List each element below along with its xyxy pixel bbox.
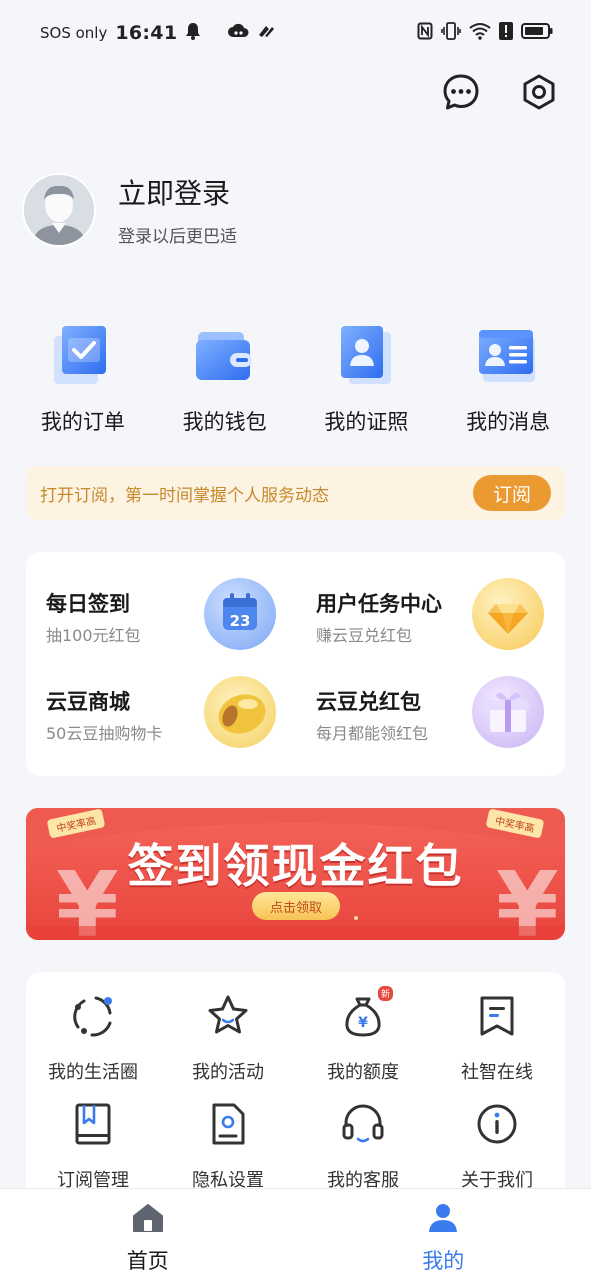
money-bag-icon: ¥ 新 — [339, 986, 393, 1040]
link-icon — [257, 23, 275, 43]
clock: 16:41 — [115, 22, 178, 44]
subscribe-text: 打开订阅，第一时间掌握个人服务动态 — [40, 485, 329, 506]
user-icon — [427, 1203, 459, 1237]
quick-link-orders[interactable]: 我的订单 — [18, 320, 148, 436]
bottom-nav: 首页 我的 — [0, 1188, 591, 1280]
service-social-online[interactable]: 社智在线 — [430, 992, 564, 1084]
task-subtitle: 每月都能领红包 — [316, 724, 429, 743]
battery-icon — [521, 22, 553, 44]
subscribe-banner: 打开订阅，第一时间掌握个人服务动态 订阅 — [26, 466, 565, 520]
star-icon — [204, 992, 252, 1040]
task-bean-mall[interactable]: 云豆商城 50云豆抽购物卡 — [26, 650, 286, 748]
quick-link-wallet[interactable]: 我的钱包 — [160, 320, 290, 436]
nfc-icon — [417, 22, 433, 44]
privacy-icon — [204, 1100, 252, 1148]
task-daily-checkin[interactable]: 每日签到 抽100元红包 23 — [26, 552, 286, 650]
quick-link-label: 我的钱包 — [182, 410, 267, 434]
profile-text: 立即登录 登录以后更巴适 — [118, 172, 237, 247]
task-title: 用户任务中心 — [316, 592, 442, 616]
quick-link-label: 我的消息 — [466, 410, 551, 434]
task-title: 云豆兑红包 — [316, 690, 421, 714]
nav-home[interactable]: 首页 — [0, 1189, 296, 1280]
status-bar-left: SOS only 16:41 — [40, 22, 275, 44]
task-subtitle: 抽100元红包 — [46, 626, 141, 645]
quick-link-certificates[interactable]: 我的证照 — [301, 320, 431, 436]
quick-link-label: 我的订单 — [40, 410, 125, 434]
service-privacy[interactable]: 隐私设置 — [161, 1100, 295, 1192]
service-label: 我的生活圈 — [48, 1062, 138, 1083]
message-card-icon — [473, 320, 543, 390]
cloud-icon — [227, 23, 249, 43]
promo-title: 签到领现金红包 — [127, 839, 464, 893]
service-label: 社智在线 — [461, 1062, 533, 1083]
service-about-us[interactable]: 关于我们 — [430, 1100, 564, 1192]
quick-link-messages[interactable]: 我的消息 — [443, 320, 573, 436]
login-title: 立即登录 — [118, 177, 231, 210]
bell-icon — [185, 22, 201, 44]
task-bean-redpacket[interactable]: 云豆兑红包 每月都能领红包 — [296, 650, 556, 748]
promo-claim-button[interactable]: 点击领取 — [252, 892, 340, 920]
service-label: 我的活动 — [192, 1062, 264, 1083]
subscribe-button[interactable]: 订阅 — [473, 475, 551, 511]
home-icon — [132, 1203, 164, 1237]
life-circle-icon — [69, 992, 117, 1040]
quick-link-label: 我的证照 — [324, 410, 409, 434]
info-icon — [473, 1100, 521, 1148]
new-badge: 新 — [377, 986, 393, 1001]
order-icon — [48, 320, 118, 390]
service-label: 我的额度 — [327, 1062, 399, 1083]
status-bar: SOS only 16:41 — [0, 0, 591, 66]
quick-links: 我的订单 我的钱包 我的证照 我的消息 — [0, 320, 591, 436]
calendar-icon: 23 — [204, 578, 276, 650]
task-subtitle: 50云豆抽购物卡 — [46, 724, 163, 743]
wallet-icon — [190, 320, 260, 390]
task-user-center[interactable]: 用户任务中心 赚云豆兑红包 — [296, 552, 556, 650]
status-bar-right — [417, 22, 553, 44]
certificate-icon — [331, 320, 401, 390]
settings-icon[interactable] — [519, 72, 559, 112]
avatar — [22, 172, 96, 247]
service-quota[interactable]: ¥ 新 我的额度 — [296, 986, 430, 1084]
profile-login[interactable]: 立即登录 登录以后更巴适 — [22, 172, 237, 247]
promo-banner[interactable]: ¥ ¥ 中奖率高 中奖率高 签到领现金红包 点击领取 — [26, 808, 565, 940]
service-customer-support[interactable]: 我的客服 — [296, 1100, 430, 1192]
bean-icon — [204, 676, 276, 748]
vibrate-icon — [441, 22, 461, 44]
service-life-circle[interactable]: 我的生活圈 — [26, 992, 160, 1084]
wifi-icon — [469, 22, 491, 44]
task-card: 每日签到 抽100元红包 23 用户任务中心 赚云豆兑红包 云豆商城 50云豆抽 — [26, 552, 565, 776]
task-title: 每日签到 — [46, 592, 130, 616]
document-icon — [473, 992, 521, 1040]
service-activities[interactable]: 我的活动 — [161, 992, 295, 1084]
message-icon[interactable] — [441, 72, 481, 112]
services-card: 我的生活圈 我的活动 ¥ 新 我的额度 社智在线 订阅管理 隐私设置 我的客服 … — [26, 972, 565, 1212]
gift-icon — [472, 676, 544, 748]
nav-mine[interactable]: 我的 — [296, 1189, 591, 1280]
nav-label: 我的 — [422, 1249, 465, 1273]
nav-label: 首页 — [126, 1249, 169, 1273]
task-subtitle: 赚云豆兑红包 — [316, 626, 413, 645]
diamond-icon — [472, 578, 544, 650]
carrier-text: SOS only — [40, 24, 108, 42]
header-actions — [441, 72, 559, 112]
headset-icon — [339, 1100, 387, 1148]
service-subscription-mgmt[interactable]: 订阅管理 — [26, 1100, 160, 1192]
task-title: 云豆商城 — [46, 690, 130, 714]
login-subtitle: 登录以后更巴适 — [118, 227, 237, 247]
svg-text:¥: ¥ — [358, 1015, 368, 1031]
calendar-date: 23 — [230, 612, 251, 630]
alert-icon — [499, 22, 513, 44]
bookmark-book-icon — [69, 1100, 117, 1148]
